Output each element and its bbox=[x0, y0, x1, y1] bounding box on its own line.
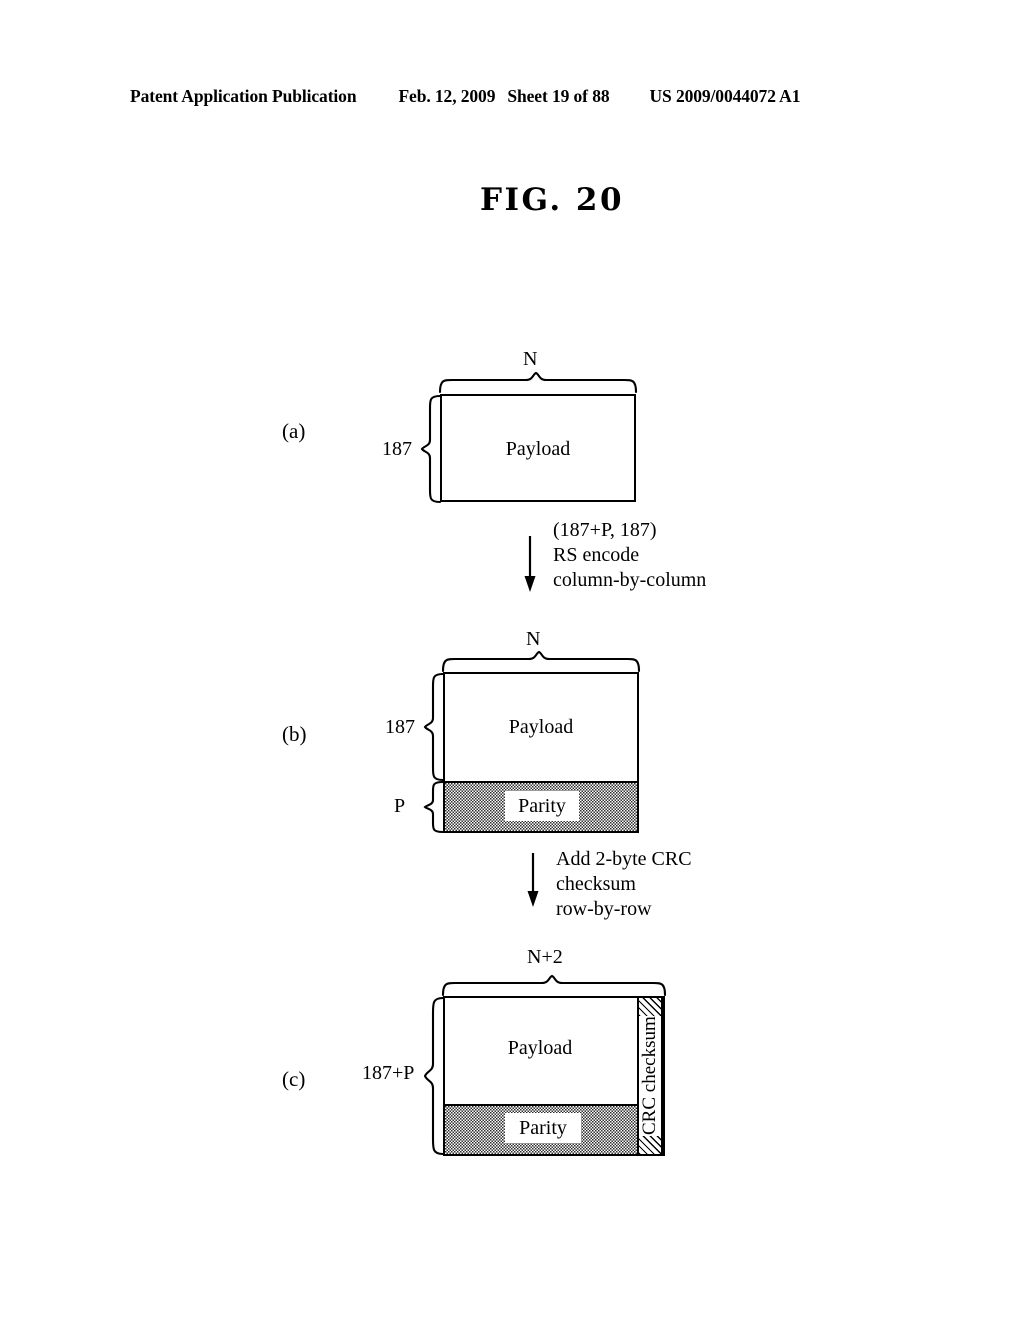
transition-1-caption: (187+P, 187) RS encode column-by-column bbox=[553, 518, 706, 593]
panel-b-top-brace bbox=[441, 650, 641, 673]
panel-c-crc-label: CRC checksum bbox=[639, 1016, 660, 1136]
transition-1-down-arrow-icon bbox=[524, 536, 536, 592]
panel-c-left-dimension-label: 187+P bbox=[362, 1062, 415, 1084]
header-publication: Patent Application Publication bbox=[130, 86, 357, 106]
page-header: Patent Application Publication Feb. 12, … bbox=[130, 86, 890, 112]
panel-b-top-dimension-label: N bbox=[526, 628, 541, 650]
panel-c-top-brace bbox=[441, 974, 667, 997]
panel-b-parity-label: Parity bbox=[505, 791, 579, 821]
panel-c-crc-bottom-hatch bbox=[639, 1136, 661, 1154]
panel-a-letter: (a) bbox=[282, 419, 306, 443]
panel-c-left-brace bbox=[423, 996, 445, 1156]
transition-1-line-2: RS encode bbox=[553, 544, 640, 566]
transition-2-line-2: checksum bbox=[556, 873, 636, 895]
panel-b-payload-dimension-label: 187 bbox=[385, 716, 415, 738]
panel-a-top-brace bbox=[438, 371, 638, 394]
panel-b-payload-left-brace bbox=[423, 672, 445, 782]
header-patent-number: US 2009/0044072 A1 bbox=[649, 86, 801, 106]
panel-c-parity-label: Parity bbox=[505, 1113, 581, 1143]
header-sheet: Sheet 19 of 88 bbox=[507, 86, 610, 106]
panel-b-letter: (b) bbox=[282, 722, 307, 746]
figure-title: FIG. 20 bbox=[479, 182, 625, 218]
header-date: Feb. 12, 2009 bbox=[398, 86, 496, 106]
panel-b-parity-left-brace bbox=[423, 780, 445, 834]
panel-a-top-dimension-label: N bbox=[523, 348, 538, 370]
panel-a-left-dimension-label: 187 bbox=[382, 438, 412, 460]
panel-b-payload-label: Payload bbox=[508, 716, 574, 738]
transition-2-line-3: row-by-row bbox=[556, 898, 652, 920]
panel-a-payload-label: Payload bbox=[505, 438, 571, 460]
transition-2-down-arrow-icon bbox=[527, 853, 539, 907]
transition-1-line-3: column-by-column bbox=[553, 569, 707, 591]
panel-c-payload-label: Payload bbox=[507, 1037, 573, 1059]
panel-c-top-dimension-label: N+2 bbox=[527, 946, 563, 968]
panel-c-crc-top-hatch bbox=[639, 998, 661, 1016]
transition-1-line-1: (187+P, 187) bbox=[553, 519, 657, 541]
panel-c-letter: (c) bbox=[282, 1067, 306, 1091]
transition-2-caption: Add 2-byte CRC checksum row-by-row bbox=[556, 847, 692, 922]
panel-a-left-brace bbox=[420, 394, 442, 504]
panel-b-parity-dimension-label: P bbox=[394, 795, 406, 817]
transition-2-line-1: Add 2-byte CRC bbox=[556, 848, 692, 870]
